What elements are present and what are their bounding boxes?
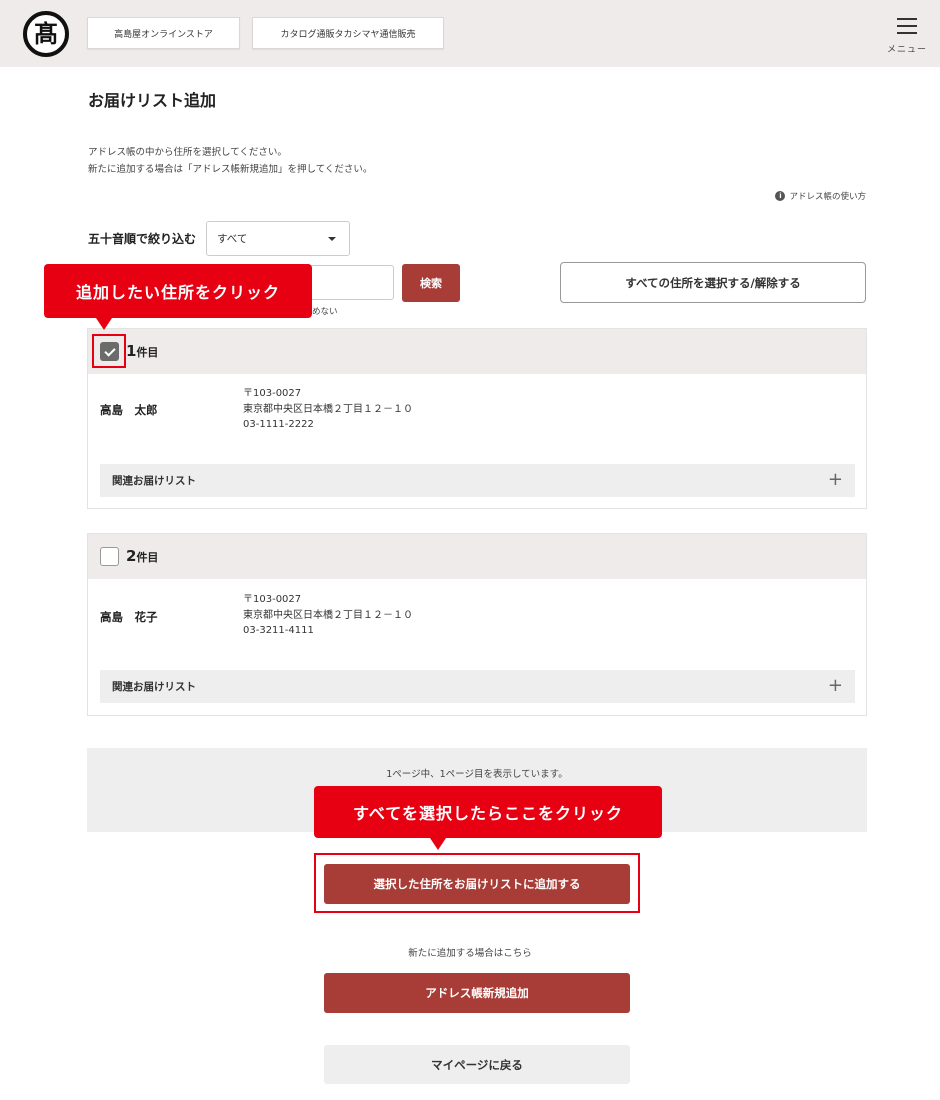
- kana-filter-value: すべて: [217, 233, 248, 245]
- menu-button[interactable]: メニュー: [884, 14, 930, 58]
- recipient-name: 高島 太郎: [100, 403, 158, 417]
- catalog-store-button[interactable]: カタログ通販タカシマヤ通信販売: [252, 17, 444, 49]
- highlight-add-button-box: [314, 853, 640, 913]
- address-index-number: 2: [126, 547, 137, 565]
- page-title: お届けリスト追加: [88, 91, 217, 110]
- plus-icon: +: [827, 469, 843, 490]
- kana-filter-label: 五十音順で絞り込む: [88, 232, 197, 246]
- address-index-suffix: 件目: [136, 551, 159, 564]
- phone-number: 03-1111-2222: [243, 419, 314, 430]
- related-list-label: 関連お届けリスト: [112, 475, 196, 487]
- address-card-header: 2 件目: [88, 534, 866, 579]
- related-delivery-list-toggle[interactable]: 関連お届けリスト +: [100, 670, 855, 703]
- callout-click-address: 追加したい住所をクリック: [44, 264, 312, 330]
- takashimaya-logo[interactable]: 髙: [23, 11, 69, 57]
- recipient-address: 〒103-0027 東京都中央区日本橋２丁目１２－１０ 03-3211-4111: [243, 592, 413, 639]
- logo-glyph: 髙: [34, 19, 58, 48]
- address-checkbox[interactable]: [100, 547, 119, 566]
- address-book-help-link[interactable]: i アドレス帳の使い方: [775, 190, 866, 202]
- phone-number: 03-3211-4111: [243, 625, 314, 636]
- recipient-name: 高島 花子: [100, 610, 158, 624]
- postal-code: 〒103-0027: [243, 594, 302, 605]
- hamburger-icon: [897, 18, 917, 34]
- menu-label: メニュー: [886, 45, 927, 55]
- page-description: アドレス帳の中から住所を選択してください。 新たに追加する場合は「アドレス帳新規…: [88, 144, 372, 178]
- highlight-checkbox-box: [92, 334, 126, 368]
- street-address: 東京都中央区日本橋２丁目１２－１０: [243, 403, 413, 415]
- search-note: めない: [312, 307, 338, 317]
- address-index-suffix: 件目: [136, 346, 159, 359]
- street-address: 東京都中央区日本橋２丁目１２－１０: [243, 609, 413, 621]
- new-address-note: 新たに追加する場合はこちら: [408, 948, 532, 959]
- plus-icon: +: [827, 675, 843, 696]
- info-icon: i: [775, 191, 786, 201]
- search-button[interactable]: 検索: [402, 264, 460, 302]
- address-card-header: 1 件目: [88, 329, 866, 374]
- address-card: 1 件目 高島 太郎 〒103-0027 東京都中央区日本橋２丁目１２－１０ 03…: [87, 328, 867, 509]
- related-delivery-list-toggle[interactable]: 関連お届けリスト +: [100, 464, 855, 497]
- postal-code: 〒103-0027: [243, 388, 302, 399]
- address-index: 1 件目: [126, 342, 158, 360]
- new-address-button[interactable]: アドレス帳新規追加: [324, 973, 630, 1013]
- address-index-number: 1: [126, 342, 137, 360]
- description-line-1: アドレス帳の中から住所を選択してください。: [88, 147, 287, 158]
- kana-filter-select[interactable]: すべて: [206, 221, 350, 256]
- help-link-label: アドレス帳の使い方: [789, 192, 866, 202]
- back-to-mypage-button[interactable]: マイページに戻る: [324, 1045, 630, 1084]
- recipient-address: 〒103-0027 東京都中央区日本橋２丁目１２－１０ 03-1111-2222: [243, 386, 413, 433]
- site-header: 髙 高島屋オンラインストア カタログ通販タカシマヤ通信販売 メニュー: [0, 0, 940, 67]
- online-store-button[interactable]: 高島屋オンラインストア: [87, 17, 240, 49]
- address-index: 2 件目: [126, 547, 158, 565]
- related-list-label: 関連お届けリスト: [112, 681, 196, 693]
- select-all-button[interactable]: すべての住所を選択する/解除する: [560, 262, 866, 303]
- description-line-2: 新たに追加する場合は「アドレス帳新規追加」を押してください。: [88, 164, 373, 175]
- caret-down-icon: [328, 237, 336, 241]
- address-card: 2 件目 高島 花子 〒103-0027 東京都中央区日本橋２丁目１２－１０ 03…: [87, 533, 867, 716]
- callout-click-add: すべてを選択したらここをクリック: [314, 786, 662, 850]
- paging-status: 1ページ中、1ページ目を表示しています。: [386, 769, 568, 780]
